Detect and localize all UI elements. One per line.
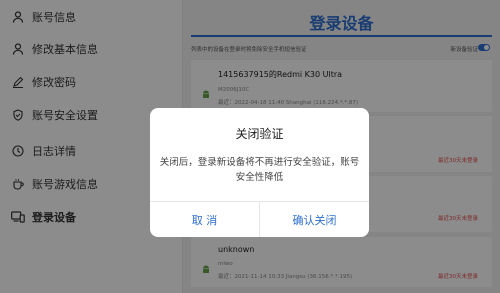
cancel-button[interactable]: 取 消 bbox=[150, 202, 259, 237]
close-verification-dialog: 关闭验证 关闭后，登录新设备将不再进行安全验证，账号安全性降低 取 消 确认关闭 bbox=[150, 108, 369, 237]
dialog-title: 关闭验证 bbox=[235, 127, 284, 141]
confirm-close-button[interactable]: 确认关闭 bbox=[260, 202, 369, 237]
dialog-message: 关闭后，登录新设备将不再进行安全验证，账号安全性降低 bbox=[159, 157, 360, 183]
